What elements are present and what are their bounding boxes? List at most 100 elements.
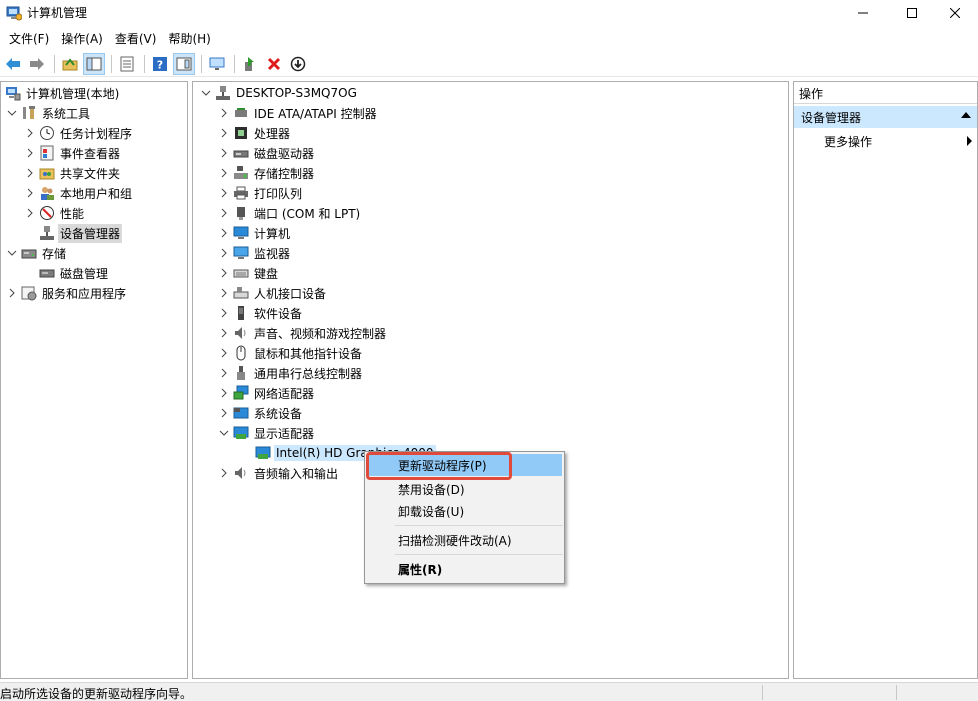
menu-file[interactable]: 文件(F) (3, 28, 55, 48)
chevron-right-icon[interactable] (23, 186, 37, 200)
device-category-disk-drive[interactable]: 磁盘驱动器 (217, 143, 316, 163)
status-divider (896, 685, 897, 700)
close-button[interactable] (932, 0, 978, 26)
device-category-audio-io[interactable]: 音频输入和输出 (217, 463, 340, 483)
tree-item-storage[interactable]: 存储 (5, 243, 68, 263)
chevron-down-icon[interactable] (5, 106, 19, 120)
collapse-icon[interactable] (961, 112, 971, 118)
chevron-right-icon[interactable] (23, 126, 37, 140)
device-category-monitor[interactable]: 监视器 (217, 243, 292, 263)
device-category-usb[interactable]: 通用串行总线控制器 (217, 363, 364, 383)
toolbar-separator (234, 54, 235, 73)
tree-item-disk-management[interactable]: 磁盘管理 (37, 263, 110, 283)
chevron-right-icon[interactable] (217, 406, 231, 420)
chevron-right-icon[interactable] (217, 146, 231, 160)
tree-item-task-scheduler[interactable]: 任务计划程序 (23, 123, 134, 143)
device-category-processor[interactable]: 处理器 (217, 123, 292, 143)
chevron-right-icon[interactable] (217, 326, 231, 340)
forward-icon[interactable] (26, 53, 48, 75)
actions-header: 操作 (794, 82, 977, 104)
back-icon[interactable] (2, 53, 24, 75)
chevron-right-icon[interactable] (217, 206, 231, 220)
device-tree-root[interactable]: DESKTOP-S3MQ7OG (199, 83, 359, 103)
chevron-down-icon[interactable] (199, 86, 213, 100)
chevron-right-icon[interactable] (5, 286, 19, 300)
svg-text:?: ? (157, 58, 163, 71)
services-apps-icon (21, 285, 37, 301)
update-driver-icon[interactable] (239, 53, 261, 75)
uninstall-icon[interactable] (263, 53, 285, 75)
chevron-right-icon[interactable] (217, 266, 231, 280)
device-category-system-device[interactable]: 系统设备 (217, 403, 304, 423)
device-category-keyboard[interactable]: 键盘 (217, 263, 280, 283)
context-scan-hardware[interactable]: 扫描检测硬件改动(A) (367, 529, 562, 551)
console-tree-pane[interactable]: 计算机管理(本地) 系统工具 任务计划程序 事件查看器 共享文件夹 本地用户和组… (0, 81, 188, 679)
up-folder-icon[interactable] (59, 53, 81, 75)
chevron-right-icon[interactable] (217, 226, 231, 240)
chevron-right-icon[interactable] (217, 466, 231, 480)
chevron-right-icon[interactable] (217, 346, 231, 360)
chevron-right-icon[interactable] (217, 386, 231, 400)
device-category-network-adapter[interactable]: 网络适配器 (217, 383, 316, 403)
chevron-right-icon[interactable] (217, 166, 231, 180)
context-properties[interactable]: 属性(R) (367, 558, 562, 580)
minimize-button[interactable] (840, 0, 886, 26)
maximize-button[interactable] (889, 0, 935, 26)
menu-help[interactable]: 帮助(H) (162, 28, 216, 48)
help-icon[interactable]: ? (149, 53, 171, 75)
device-tree-pane[interactable]: DESKTOP-S3MQ7OG IDE ATA/ATAPI 控制器 处理器 磁盘… (192, 81, 789, 679)
disk-drive-icon (233, 145, 249, 161)
device-category-computer[interactable]: 计算机 (217, 223, 292, 243)
storage-controller-icon (233, 165, 249, 181)
device-category-ide[interactable]: IDE ATA/ATAPI 控制器 (217, 103, 379, 123)
device-category-printer[interactable]: 打印队列 (217, 183, 304, 203)
chevron-right-icon[interactable] (23, 146, 37, 160)
tree-item-device-manager[interactable]: 设备管理器 (37, 223, 123, 243)
menu-bar: 文件(F) 操作(A) 查看(V) 帮助(H) (0, 28, 978, 48)
device-category-sound[interactable]: 声音、视频和游戏控制器 (217, 323, 388, 343)
chevron-down-icon[interactable] (217, 426, 231, 440)
tree-item-event-viewer[interactable]: 事件查看器 (23, 143, 122, 163)
chevron-right-icon[interactable] (217, 286, 231, 300)
processor-icon (233, 125, 249, 141)
context-disable-device[interactable]: 禁用设备(D) (367, 478, 562, 500)
disable-icon[interactable] (287, 53, 309, 75)
chevron-right-icon[interactable] (217, 366, 231, 380)
tree-item-local-users[interactable]: 本地用户和组 (23, 183, 134, 203)
menu-separator (395, 525, 563, 526)
menu-action[interactable]: 操作(A) (55, 28, 109, 48)
device-category-mouse[interactable]: 鼠标和其他指针设备 (217, 343, 364, 363)
chevron-right-icon[interactable] (217, 186, 231, 200)
chevron-right-icon[interactable] (217, 126, 231, 140)
tree-item-services-apps[interactable]: 服务和应用程序 (5, 283, 128, 303)
status-divider (762, 685, 763, 700)
device-category-storage-controller[interactable]: 存储控制器 (217, 163, 316, 183)
tree-item-performance[interactable]: 性能 (23, 203, 86, 223)
device-category-display-adapter[interactable]: 显示适配器 (217, 423, 316, 443)
more-actions-link[interactable]: 更多操作 (824, 133, 872, 150)
chevron-right-icon[interactable] (217, 246, 231, 260)
tree-item-system-tools[interactable]: 系统工具 (5, 103, 92, 123)
chevron-right-icon[interactable] (23, 206, 37, 220)
actions-device-manager[interactable]: 设备管理器 (794, 106, 977, 128)
show-tree-icon[interactable] (83, 52, 105, 75)
device-category-software-device[interactable]: 软件设备 (217, 303, 304, 323)
toolbar-separator (111, 54, 112, 73)
tree-item-shared-folders[interactable]: 共享文件夹 (23, 163, 122, 183)
local-users-icon (39, 185, 55, 201)
chevron-down-icon[interactable] (5, 246, 19, 260)
tree-item-computer-management[interactable]: 计算机管理(本地) (3, 83, 121, 103)
device-category-port[interactable]: 端口 (COM 和 LPT) (217, 203, 362, 223)
menu-view[interactable]: 查看(V) (109, 28, 163, 48)
chevron-right-icon[interactable] (217, 306, 231, 320)
toolbar: ? (0, 51, 978, 77)
chevron-right-icon[interactable] (217, 106, 231, 120)
export-list-icon[interactable] (116, 53, 138, 75)
highlight-annotation (366, 452, 512, 480)
chevron-right-icon[interactable] (23, 166, 37, 180)
device-category-hid[interactable]: 人机接口设备 (217, 283, 328, 303)
display-adapter-icon (233, 425, 249, 441)
properties-icon[interactable] (173, 52, 195, 75)
monitor-icon[interactable] (206, 53, 228, 75)
context-uninstall-device[interactable]: 卸载设备(U) (367, 500, 562, 522)
